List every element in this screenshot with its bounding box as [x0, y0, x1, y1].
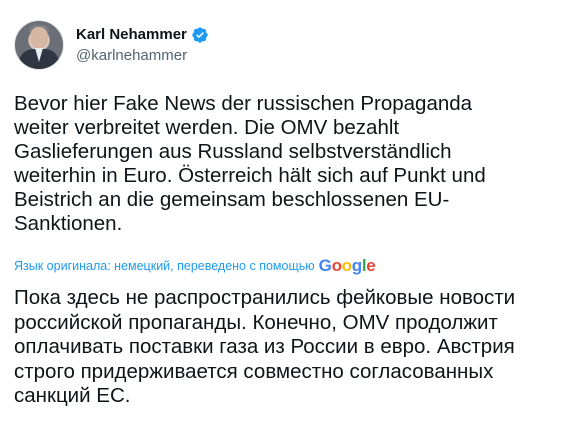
author-handle[interactable]: @karlnehammer	[76, 46, 209, 66]
tweet-translated-text: Пока здесь не распространились фейковые …	[14, 286, 516, 407]
tweet-original-text: Bevor hier Fake News der russischen Prop…	[14, 92, 486, 235]
name-row: Karl Nehammer	[76, 25, 209, 45]
translation-attribution[interactable]: Язык оригинала: немецкий, переведено с п…	[14, 256, 376, 275]
tweet-header: Karl Nehammer @karlnehammer	[14, 20, 209, 70]
avatar[interactable]	[14, 20, 64, 70]
tweet: Karl Nehammer @karlnehammer Bevor hier F…	[0, 0, 588, 432]
verified-badge-icon	[192, 26, 208, 43]
google-logo-icon: Google	[318, 256, 376, 275]
author-names: Karl Nehammer @karlnehammer	[76, 25, 209, 66]
author-display-name[interactable]: Karl Nehammer	[76, 25, 187, 45]
translation-note: Язык оригинала: немецкий, переведено с п…	[14, 259, 315, 273]
avatar-head	[30, 27, 48, 49]
